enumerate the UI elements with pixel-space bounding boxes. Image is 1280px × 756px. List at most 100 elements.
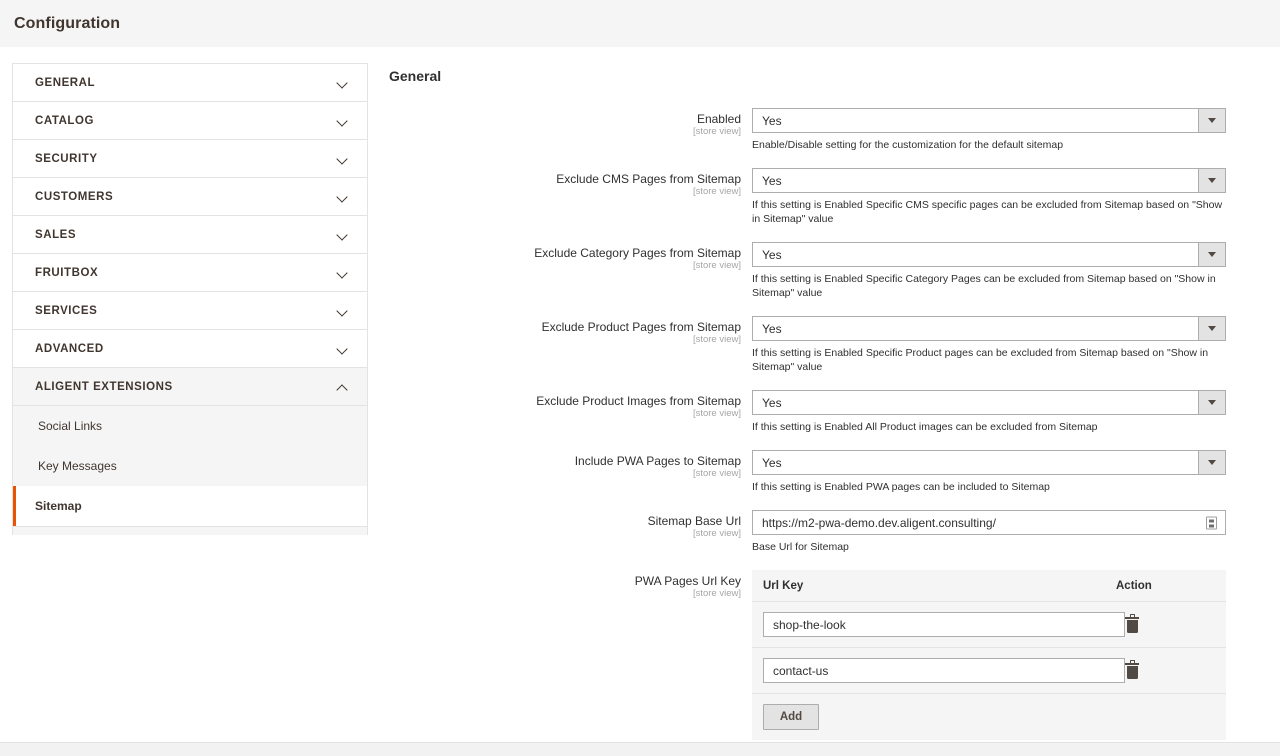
trash-body [1126, 666, 1138, 679]
sidebar-section-sales[interactable]: SALES [13, 216, 367, 254]
trash-icon[interactable] [1125, 659, 1139, 679]
trash-icon[interactable] [1125, 613, 1139, 633]
column-header-url-key: Url Key [763, 579, 804, 592]
field-scope-text: [store view] [692, 468, 741, 479]
field-scope-text: [store view] [692, 588, 741, 599]
chevron-down-icon[interactable] [1198, 317, 1225, 340]
field-note: If this setting is Enabled Specific Cate… [752, 273, 1216, 299]
sidebar-section-label: SALES [35, 228, 77, 241]
sidebar-section-advanced[interactable]: ADVANCED [13, 330, 367, 368]
scope-switcher-icon[interactable] [1206, 516, 1217, 529]
field-label-text: Enabled [696, 112, 741, 126]
page-title: Configuration [14, 14, 121, 32]
field-label-exclude-cms-pages: Exclude CMS Pages from Sitemap [store vi… [389, 168, 752, 198]
field-note: If this setting is Enabled Specific Prod… [752, 347, 1209, 373]
chevron-down-icon[interactable] [1198, 451, 1225, 474]
chevron-down-icon[interactable] [1198, 109, 1225, 132]
sidebar-footer-strip [13, 526, 367, 535]
input-url-key[interactable]: contact-us [763, 658, 1125, 683]
sidebar-section-label: ADVANCED [35, 342, 104, 355]
field-row-include-pwa-pages: Include PWA Pages to Sitemap [store view… [389, 450, 1230, 494]
table-cell-action [1125, 613, 1235, 633]
select-exclude-product-images[interactable]: Yes [752, 390, 1226, 415]
table-header-row: Url Key Action [752, 570, 1226, 602]
chevron-down-icon [337, 153, 349, 165]
field-row-exclude-category-pages: Exclude Category Pages from Sitemap [sto… [389, 242, 1230, 300]
chevron-down-icon [337, 305, 349, 317]
page-header: Configuration [0, 0, 1280, 48]
add-row-button[interactable]: Add [763, 704, 819, 730]
sidebar-item-label: Sitemap [35, 499, 82, 513]
chevron-down-icon [337, 77, 349, 89]
select-value: Yes [762, 321, 782, 336]
field-label-text: Exclude Product Pages from Sitemap [541, 320, 741, 334]
select-value: Yes [762, 113, 782, 128]
chevron-down-icon[interactable] [1198, 391, 1225, 414]
select-include-pwa-pages[interactable]: Yes [752, 450, 1226, 475]
sidebar-section-label: ALIGENT EXTENSIONS [35, 380, 173, 393]
sidebar-section-security[interactable]: SECURITY [13, 140, 367, 178]
field-label-pwa-pages-url-key: PWA Pages Url Key [store view] [389, 570, 752, 600]
sidebar-section-fruitbox[interactable]: FRUITBOX [13, 254, 367, 292]
field-label-include-pwa-pages: Include PWA Pages to Sitemap [store view… [389, 450, 752, 480]
input-sitemap-base-url[interactable]: https://m2-pwa-demo.dev.aligent.consulti… [752, 510, 1226, 535]
field-note: Enable/Disable setting for the customiza… [752, 139, 1064, 151]
field-control-pwa-pages-url-key: Url Key Action shop-the-look contact-us … [752, 570, 1230, 756]
input-url-key[interactable]: shop-the-look [763, 612, 1125, 637]
select-value: Yes [762, 455, 782, 470]
column-header-action: Action [1116, 579, 1152, 592]
field-note: If this setting is Enabled All Product i… [752, 421, 1098, 433]
sidebar-section-aligent-extensions[interactable]: ALIGENT EXTENSIONS [13, 368, 367, 406]
select-exclude-category-pages[interactable]: Yes [752, 242, 1226, 267]
chevron-up-icon [337, 381, 349, 393]
select-enabled[interactable]: Yes [752, 108, 1226, 133]
table-footer-row: Add [752, 694, 1226, 740]
select-exclude-cms-pages[interactable]: Yes [752, 168, 1226, 193]
sidebar-section-services[interactable]: SERVICES [13, 292, 367, 330]
sidebar-item-key-messages[interactable]: Key Messages [13, 446, 367, 486]
chevron-down-icon[interactable] [1198, 243, 1225, 266]
field-label-text: PWA Pages Url Key [634, 574, 741, 588]
pwa-url-key-table: Url Key Action shop-the-look contact-us … [752, 570, 1226, 740]
trash-lid [1125, 662, 1139, 665]
sidebar-section-label: FRUITBOX [35, 266, 99, 279]
field-control-include-pwa-pages: Yes If this setting is Enabled PWA pages… [752, 450, 1230, 494]
chevron-down-icon[interactable] [1198, 169, 1225, 192]
table-cell-url-key: contact-us [752, 658, 1125, 683]
sidebar-item-social-links[interactable]: Social Links [13, 406, 367, 446]
page-footer [0, 742, 1280, 756]
sidebar-section-label: SECURITY [35, 152, 98, 165]
field-note: If this setting is Enabled Specific CMS … [752, 199, 1223, 225]
field-label-enabled: Enabled [store view] [389, 108, 752, 138]
field-control-sitemap-base-url: https://m2-pwa-demo.dev.aligent.consulti… [752, 510, 1230, 554]
field-scope-text: [store view] [692, 126, 741, 137]
sidebar-item-sitemap[interactable]: Sitemap [13, 486, 367, 526]
field-row-exclude-product-images: Exclude Product Images from Sitemap [sto… [389, 390, 1230, 434]
field-scope-text: [store view] [692, 186, 741, 197]
config-main: General Enabled [store view] Yes Enable/… [368, 63, 1280, 756]
chevron-down-icon [337, 191, 349, 203]
field-row-enabled: Enabled [store view] Yes Enable/Disable … [389, 108, 1230, 152]
sidebar-section-catalog[interactable]: CATALOG [13, 102, 367, 140]
select-exclude-product-pages[interactable]: Yes [752, 316, 1226, 341]
sidebar-section-customers[interactable]: CUSTOMERS [13, 178, 367, 216]
sidebar-section-label: CATALOG [35, 114, 94, 127]
table-row: contact-us [752, 648, 1226, 694]
field-label-sitemap-base-url: Sitemap Base Url [store view] [389, 510, 752, 540]
field-row-sitemap-base-url: Sitemap Base Url [store view] https://m2… [389, 510, 1230, 554]
sidebar-section-general[interactable]: GENERAL [13, 64, 367, 102]
sidebar-subitems: Social Links Key Messages Sitemap [13, 406, 367, 535]
sidebar-item-label: Social Links [38, 419, 103, 433]
chevron-down-icon [337, 229, 349, 241]
field-scope-text: [store view] [692, 408, 741, 419]
input-value: https://m2-pwa-demo.dev.aligent.consulti… [762, 515, 996, 530]
field-scope-text: [store view] [692, 260, 741, 271]
field-control-exclude-product-images: Yes If this setting is Enabled All Produ… [752, 390, 1230, 434]
field-label-exclude-product-images: Exclude Product Images from Sitemap [sto… [389, 390, 752, 420]
field-label-text: Include PWA Pages to Sitemap [574, 454, 741, 468]
table-row: shop-the-look [752, 602, 1226, 648]
field-label-text: Exclude Product Images from Sitemap [536, 394, 741, 408]
chevron-down-icon [337, 267, 349, 279]
sidebar-item-label: Key Messages [38, 459, 117, 473]
field-scope-text: [store view] [692, 528, 741, 539]
